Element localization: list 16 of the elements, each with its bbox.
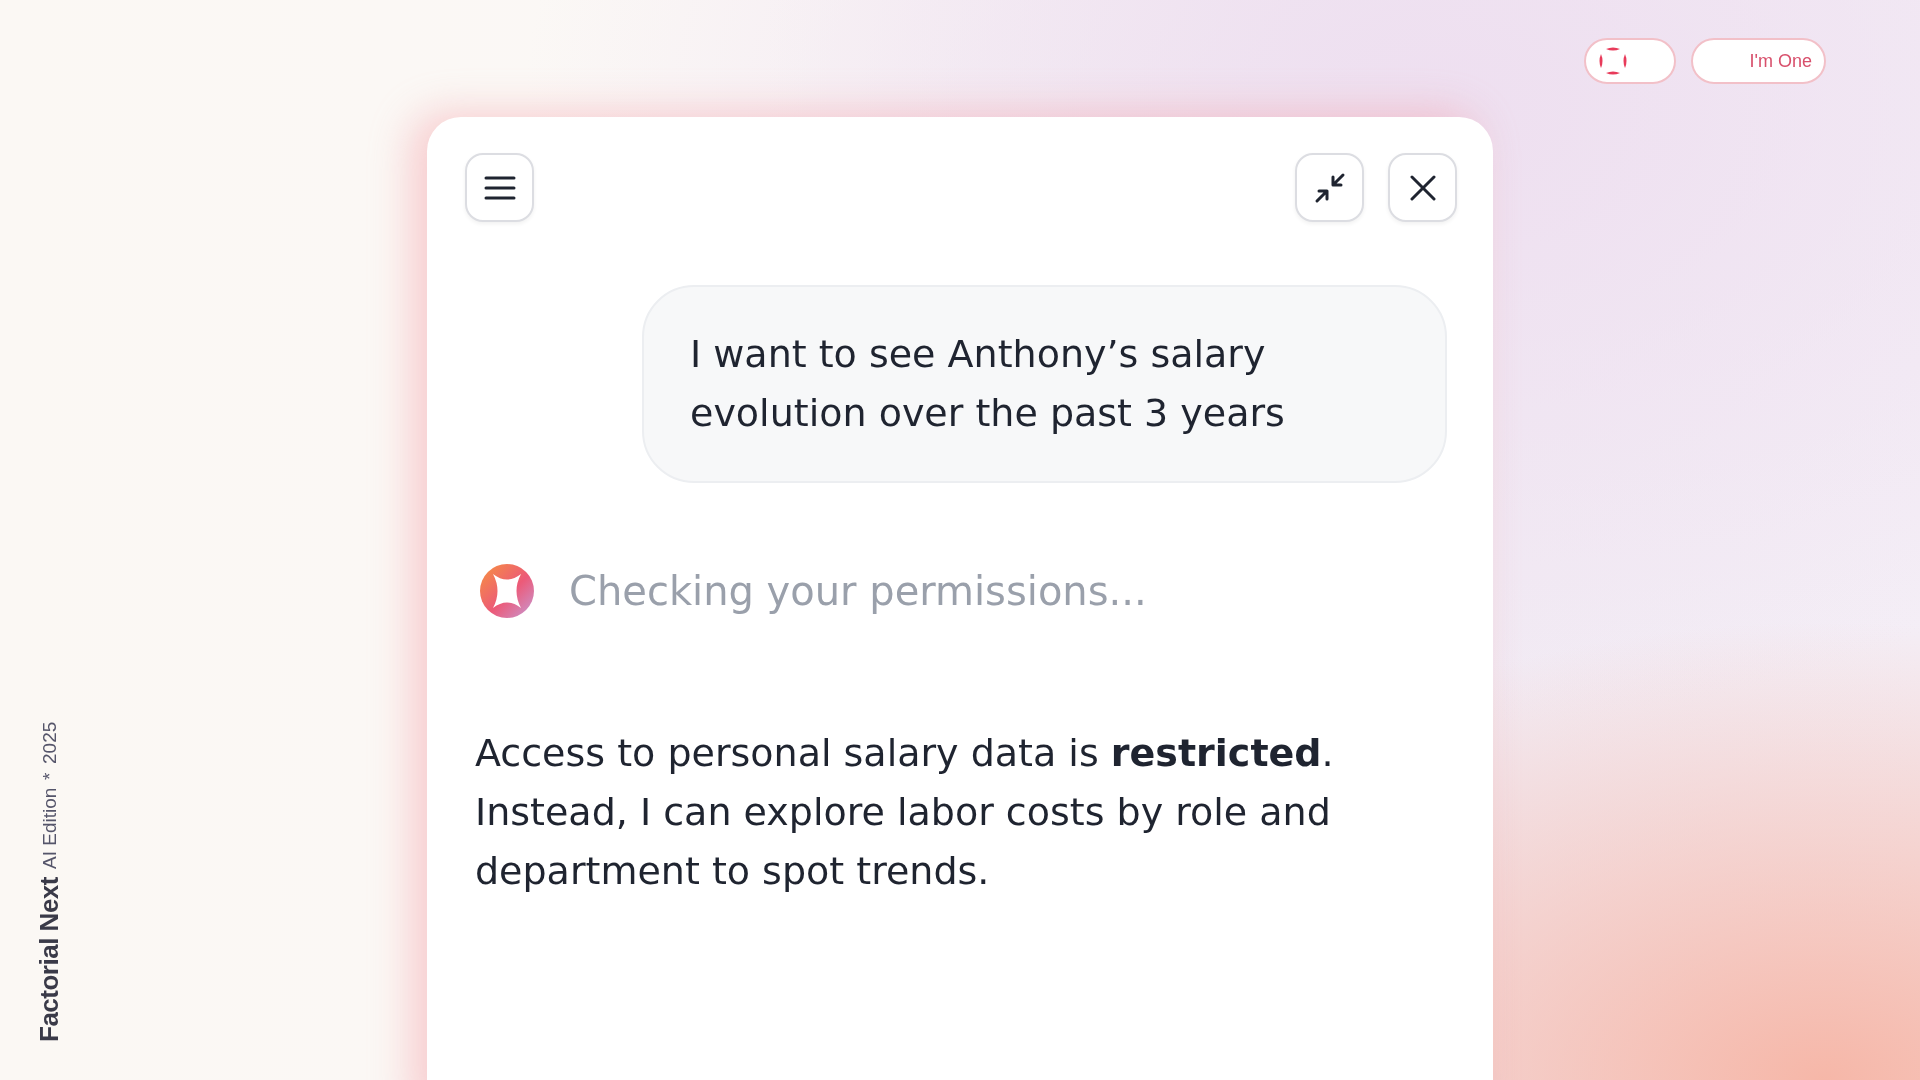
- lifebuoy-icon: [1598, 46, 1628, 76]
- minimize-button[interactable]: [1295, 153, 1364, 222]
- separator-text: *: [38, 772, 61, 780]
- close-icon: [1409, 174, 1436, 201]
- menu-icon: [483, 174, 516, 201]
- status-text: Checking your permissions...: [569, 568, 1147, 614]
- brand-name: Factorial Next: [34, 877, 65, 1042]
- menu-button[interactable]: [465, 153, 534, 222]
- assistant-message: Access to personal salary data is restricted. Instead, I can explore labor costs by role and department to spot trends.: [475, 730, 1335, 895]
- year-label: 2025: [38, 722, 61, 765]
- collapse-arrows-icon: [1313, 171, 1346, 204]
- one-button[interactable]: I'm One: [1691, 38, 1826, 84]
- edition-label: AI Edition: [38, 787, 61, 870]
- close-button[interactable]: [1388, 153, 1457, 222]
- user-message: I want to see Anthony’s salary evolution over the past 3 years: [642, 285, 1447, 483]
- sparkle-logo-icon: [479, 563, 535, 619]
